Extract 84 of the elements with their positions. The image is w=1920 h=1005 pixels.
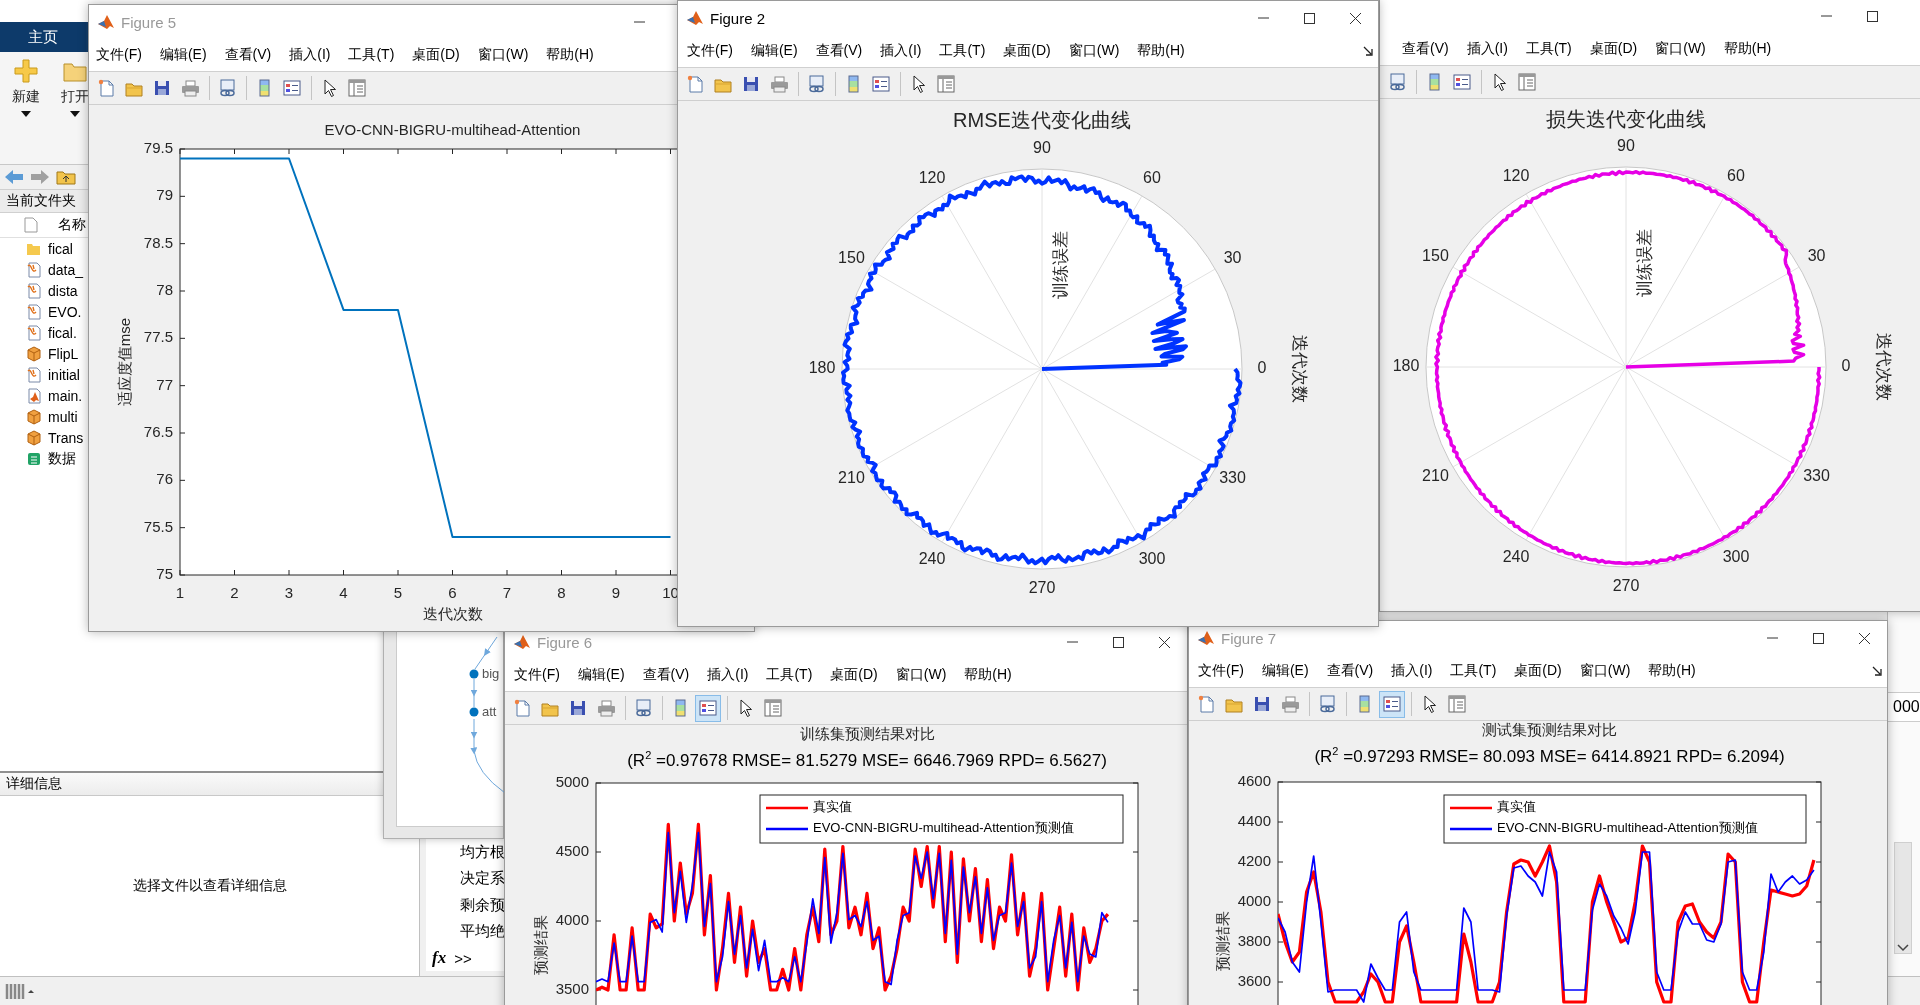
output-line: 决定系 — [460, 869, 505, 889]
tick-label: 3800 — [1237, 931, 1271, 949]
legend-label: EVO-CNN-BIGRU-multihead-Attention预测值 — [1497, 820, 1758, 836]
tick-label: 1 — [175, 583, 185, 601]
chart-title: 测试集预测结果对比 — [1481, 721, 1618, 739]
tick-label: 4 — [339, 583, 348, 601]
window-title: Figure 5 — [121, 13, 177, 31]
tick-label: 75 — [156, 564, 173, 582]
tick-label: 6 — [448, 583, 457, 601]
tick-label: 75.5 — [143, 517, 173, 535]
angle-label: 330 — [1803, 467, 1830, 485]
tick-label: 3 — [284, 583, 294, 601]
angle-label: 60 — [1143, 168, 1161, 186]
angle-label: 120 — [918, 168, 946, 186]
output-line: 均方根 — [460, 842, 505, 862]
axis-label: 迭代次数 — [1289, 335, 1309, 403]
angle-label: 240 — [1502, 547, 1530, 565]
window-title: Figure 6 — [537, 633, 593, 651]
tick-label: 4200 — [1237, 851, 1271, 869]
tick-label: 76 — [156, 470, 173, 488]
axis-label: 预测结果 — [1213, 910, 1231, 971]
tick-label: 4600 — [1237, 771, 1271, 789]
angle-label: 300 — [1138, 549, 1166, 567]
angle-label: 180 — [808, 359, 836, 377]
tick-label: 8 — [557, 583, 566, 601]
angle-label: 210 — [838, 469, 865, 487]
command-prompt: >> — [454, 949, 472, 967]
angle-label: 150 — [838, 249, 865, 267]
angle-label: 330 — [1219, 469, 1246, 487]
tick-label: 5 — [393, 583, 403, 601]
axis-label: 训练误差 — [1051, 231, 1071, 299]
tick-label: 77 — [156, 375, 173, 393]
angle-label: 90 — [1033, 139, 1051, 157]
chart-title: 损失迭代变化曲线 — [1546, 108, 1706, 131]
angle-label: 150 — [1422, 247, 1449, 265]
tick-label: 4400 — [1237, 811, 1271, 829]
angle-label: 270 — [1028, 579, 1056, 597]
chart-title: 训练集预测结果对比 — [798, 725, 936, 743]
angle-label: 30 — [1807, 247, 1826, 265]
angle-label: 30 — [1223, 249, 1242, 267]
axis-label: 迭代次数 — [1873, 333, 1893, 401]
legend-label: 真实值 — [813, 799, 852, 815]
tick-label: 9 — [611, 583, 621, 601]
chart-title: RMSE迭代变化曲线 — [953, 109, 1131, 132]
axis-label: 训练误差 — [1635, 229, 1655, 297]
window-title: Figure 2 — [710, 9, 766, 27]
tick-label: 5000 — [555, 772, 589, 790]
window-title: Figure 7 — [1221, 629, 1277, 647]
angle-label: 270 — [1612, 577, 1640, 595]
angle-label: 180 — [1392, 357, 1420, 375]
legend-label: EVO-CNN-BIGRU-multihead-Attention预测值 — [813, 820, 1074, 836]
tick-label: 77.5 — [143, 328, 173, 346]
axis-label: 适应度值mse — [115, 317, 133, 407]
chart-subtitle: (R$^{2}$ =0.97293 RMSE= 80.093 MSE= 6414.8921 RPD= 6.2094) — [1313, 744, 1786, 768]
angle-label: 120 — [1502, 166, 1530, 184]
angle-label: 60 — [1727, 166, 1745, 184]
tick-label: 4500 — [555, 841, 589, 859]
tick-label: 3600 — [1237, 971, 1271, 989]
angle-label: 300 — [1722, 547, 1750, 565]
tick-label: 79.5 — [143, 138, 173, 156]
tick-label: 4000 — [555, 910, 589, 928]
legend-label: 真实值 — [1497, 799, 1536, 815]
tick-label: 76.5 — [143, 422, 173, 440]
angle-label: 90 — [1617, 137, 1635, 155]
tick-label: 4000 — [1237, 891, 1271, 909]
chart-title: EVO-CNN-BIGRU-multihead-Attention — [323, 121, 582, 139]
tick-label: 78 — [156, 280, 173, 298]
axis-label: 迭代次数 — [422, 604, 483, 622]
tick-label: 2 — [230, 583, 239, 601]
angle-label: 0 — [1257, 359, 1267, 377]
node-label: att — [482, 704, 497, 720]
output-line: 平均绝 — [460, 922, 505, 942]
angle-label: 210 — [1422, 467, 1449, 485]
output-line: 剩余预 — [460, 895, 505, 915]
details-message: 选择文件以查看详细信息 — [132, 877, 287, 895]
angle-label: 0 — [1841, 357, 1851, 375]
chart-subtitle: (R$^{2}$ =0.97678 RMSE= 81.5279 MSE= 6646.7969 RPD= 6.5627) — [626, 748, 1108, 772]
axis-label: 预测结果 — [531, 914, 549, 975]
tick-label: 3500 — [555, 979, 589, 997]
node-label: big — [482, 666, 500, 682]
tick-label: 78.5 — [143, 233, 173, 251]
angle-label: 240 — [918, 549, 946, 567]
tick-label: 7 — [502, 583, 512, 601]
workspace-value: 000 — [1893, 698, 1920, 716]
